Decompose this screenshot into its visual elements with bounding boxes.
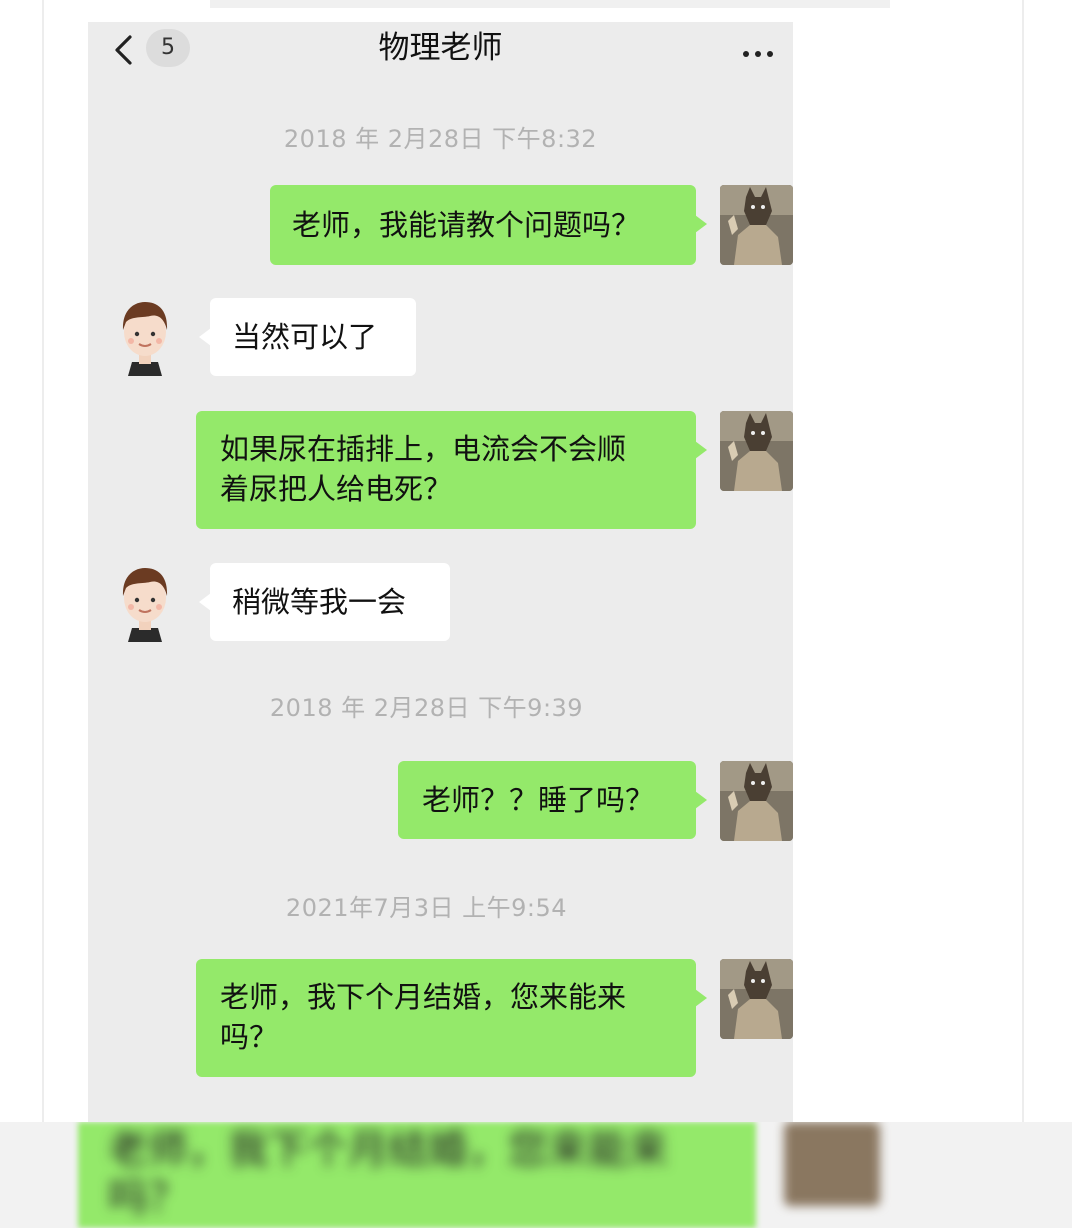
wolf-avatar-icon: [720, 185, 793, 265]
cartoon-boy-avatar-icon: [122, 568, 168, 642]
wolf-avatar-icon: [720, 761, 793, 841]
my-avatar[interactable]: [720, 185, 793, 265]
teacher-avatar[interactable]: [114, 296, 176, 376]
chat-screen: 5 物理老师 2018 年 2月28日 下午8:32 老师，我能请教个问题吗？ …: [88, 22, 793, 1122]
my-message-bubble[interactable]: 老师，我能请教个问题吗？: [270, 185, 707, 265]
their-message-bubble[interactable]: 稍微等我一会: [199, 563, 450, 641]
their-message-bubble[interactable]: 当然可以了: [199, 298, 416, 376]
my-avatar[interactable]: [720, 411, 793, 491]
wolf-avatar-icon: [720, 959, 793, 1039]
timestamp: 2021年7月3日 上午9:54: [285, 894, 568, 922]
my-message-bubble[interactable]: 老师？？睡了吗？: [398, 761, 707, 839]
page-edge-left: [42, 0, 44, 1123]
ellipsis-icon[interactable]: [743, 42, 783, 57]
chat-navbar: 5 物理老师: [88, 22, 793, 78]
top-fade: [210, 0, 890, 8]
wolf-avatar-icon: [720, 411, 793, 491]
timestamp: 2018 年 2月28日 下午8:32: [283, 125, 598, 153]
blurred-message-preview: 老师，我下个月结婚，您来能来 吗？: [0, 1122, 1072, 1228]
blurred-message-text: 老师，我下个月结婚，您来能来 吗？: [108, 1127, 668, 1221]
chat-title: 物理老师: [378, 30, 503, 66]
cartoon-boy-avatar-icon: [122, 302, 168, 376]
teacher-avatar[interactable]: [114, 562, 176, 642]
my-message-bubble[interactable]: 老师，我下个月结婚，您来能来 吗？: [196, 959, 707, 1077]
blurred-avatar: [784, 1122, 880, 1206]
my-avatar[interactable]: [720, 959, 793, 1039]
my-message-bubble[interactable]: 如果尿在插排上，电流会不会顺 着尿把人给电死？: [196, 411, 707, 529]
timestamp: 2018 年 2月28日 下午9:39: [269, 694, 584, 722]
page-edge-right: [1022, 0, 1024, 1123]
my-avatar[interactable]: [720, 761, 793, 841]
